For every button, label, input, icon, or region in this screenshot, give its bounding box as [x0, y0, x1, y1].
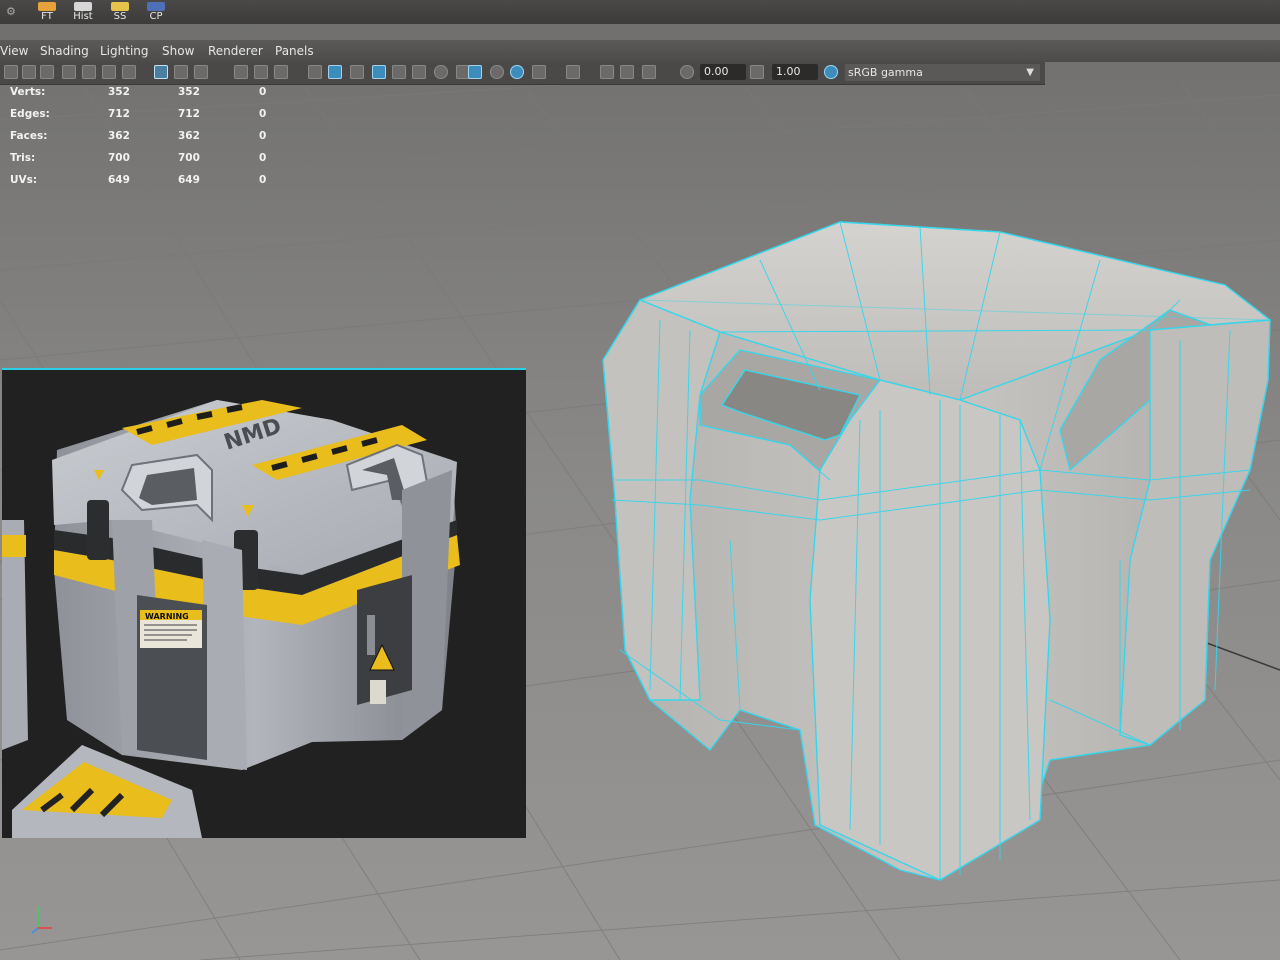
shelf-button-hist[interactable]: Hist	[70, 1, 96, 23]
color-space-value: sRGB gamma	[848, 66, 923, 79]
default-material-icon[interactable]	[350, 65, 364, 79]
backface-culling-icon[interactable]	[642, 65, 656, 79]
2d-pan-icon[interactable]	[102, 65, 116, 79]
lights-icon[interactable]	[412, 65, 426, 79]
color-management-icon[interactable]	[824, 65, 838, 79]
ss-icon	[111, 2, 129, 11]
film-gate-icon[interactable]	[174, 65, 188, 79]
panel-toolbar: 0.00 1.00 sRGB gamma ▼	[0, 62, 1045, 85]
hud-value: 0	[259, 174, 267, 186]
menu-view[interactable]: View	[0, 44, 28, 58]
color-space-dropdown[interactable]: sRGB gamma ▼	[845, 64, 1040, 81]
gear-icon[interactable]: ⚙	[6, 5, 16, 18]
resolution-gate-icon[interactable]	[194, 65, 208, 79]
gamma-icon[interactable]	[750, 65, 764, 79]
menu-lighting[interactable]: Lighting	[100, 44, 149, 58]
depth-of-field-icon[interactable]	[510, 65, 524, 79]
bookmark-icon[interactable]	[40, 65, 54, 79]
safe-action-icon[interactable]	[274, 65, 288, 79]
hud-value: 700	[108, 152, 130, 164]
wireframe-on-shaded-icon[interactable]	[372, 65, 386, 79]
hud-value: 352	[108, 86, 130, 98]
hud-value: 712	[178, 108, 200, 120]
hud-value: 0	[259, 86, 267, 98]
hud-label: Tris:	[10, 152, 36, 164]
smooth-shade-icon[interactable]	[328, 65, 342, 79]
menu-panels[interactable]: Panels	[275, 44, 314, 58]
grid-icon[interactable]	[154, 65, 168, 79]
hud-value: 649	[178, 174, 200, 186]
isolate-select-icon[interactable]	[532, 65, 546, 79]
shelf-button-cp[interactable]: CP	[143, 1, 169, 23]
wireframe-icon[interactable]	[308, 65, 322, 79]
hud-label: Edges:	[10, 108, 50, 120]
warning-decal-text: WARNING	[145, 612, 189, 621]
reference-image-panel: NMD WARNING	[2, 368, 526, 838]
exposure-field[interactable]: 0.00	[700, 64, 746, 80]
shelf-button-label: SS	[113, 11, 127, 22]
xray-icon[interactable]	[566, 65, 580, 79]
field-chart-icon[interactable]	[254, 65, 268, 79]
hud-value: 712	[108, 108, 130, 120]
shadows-icon[interactable]	[434, 65, 448, 79]
menu-renderer[interactable]: Renderer	[208, 44, 263, 58]
shelf-button-label: CP	[149, 11, 163, 22]
hud-value: 0	[259, 130, 267, 142]
hud-value: 0	[259, 152, 267, 164]
shelf-button-label: Hist	[73, 11, 93, 22]
textured-icon[interactable]	[392, 65, 406, 79]
axis-gizmo	[30, 900, 60, 936]
hud-label: Verts:	[10, 86, 46, 98]
hud-label: UVs:	[10, 174, 38, 186]
hud-value: 352	[178, 86, 200, 98]
hud-value: 649	[108, 174, 130, 186]
exposure-icon[interactable]	[680, 65, 694, 79]
hud-label: Faces:	[10, 130, 48, 142]
hist-icon	[74, 2, 92, 11]
chevron-down-icon: ▼	[1026, 67, 1034, 78]
reference-crate-render: NMD WARNING	[2, 370, 526, 838]
menu-shading[interactable]: Shading	[40, 44, 89, 58]
gamma-field[interactable]: 1.00	[772, 64, 818, 80]
hud-value: 700	[178, 152, 200, 164]
camera-attributes-icon[interactable]	[22, 65, 36, 79]
xray-joints-icon[interactable]	[600, 65, 614, 79]
cp-icon	[147, 2, 165, 11]
shelf-button-ft[interactable]: FT	[34, 1, 60, 23]
hud-value: 362	[108, 130, 130, 142]
anti-aliasing-icon[interactable]	[490, 65, 504, 79]
shelf-button-label: FT	[41, 11, 53, 22]
grease-pencil-icon[interactable]	[82, 65, 96, 79]
brush-icon[interactable]	[122, 65, 136, 79]
hud-value: 0	[259, 108, 267, 120]
gate-mask-icon[interactable]	[234, 65, 248, 79]
panel-menu-bar: View Shading Lighting Show Renderer Pane…	[0, 40, 1280, 62]
shelf-bar: ⚙ FT Hist SS CP	[0, 0, 1280, 24]
hud-value: 362	[178, 130, 200, 142]
xray-active-icon[interactable]	[620, 65, 634, 79]
image-plane-icon[interactable]	[62, 65, 76, 79]
ft-icon	[38, 2, 56, 11]
camera-icon[interactable]	[4, 65, 18, 79]
shelf-button-ss[interactable]: SS	[107, 1, 133, 23]
menu-show[interactable]: Show	[162, 44, 194, 58]
motion-blur-icon[interactable]	[468, 65, 482, 79]
